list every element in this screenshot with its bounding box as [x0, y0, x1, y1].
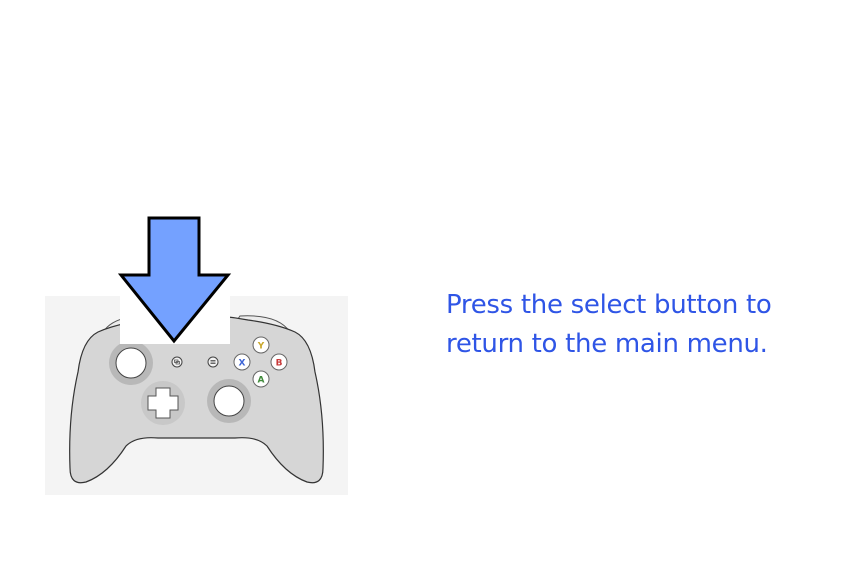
y-button-label: Y [257, 342, 265, 352]
down-arrow-shape [118, 216, 232, 344]
select-button[interactable] [171, 356, 183, 368]
b-button-label: B [276, 359, 283, 369]
a-button-label: A [258, 376, 265, 386]
right-thumbstick[interactable] [213, 385, 245, 417]
left-thumbstick[interactable] [115, 347, 147, 379]
x-button-label: X [239, 359, 246, 369]
down-arrow-icon [118, 216, 232, 344]
instruction-text: Press the select button to return to the… [446, 290, 772, 359]
